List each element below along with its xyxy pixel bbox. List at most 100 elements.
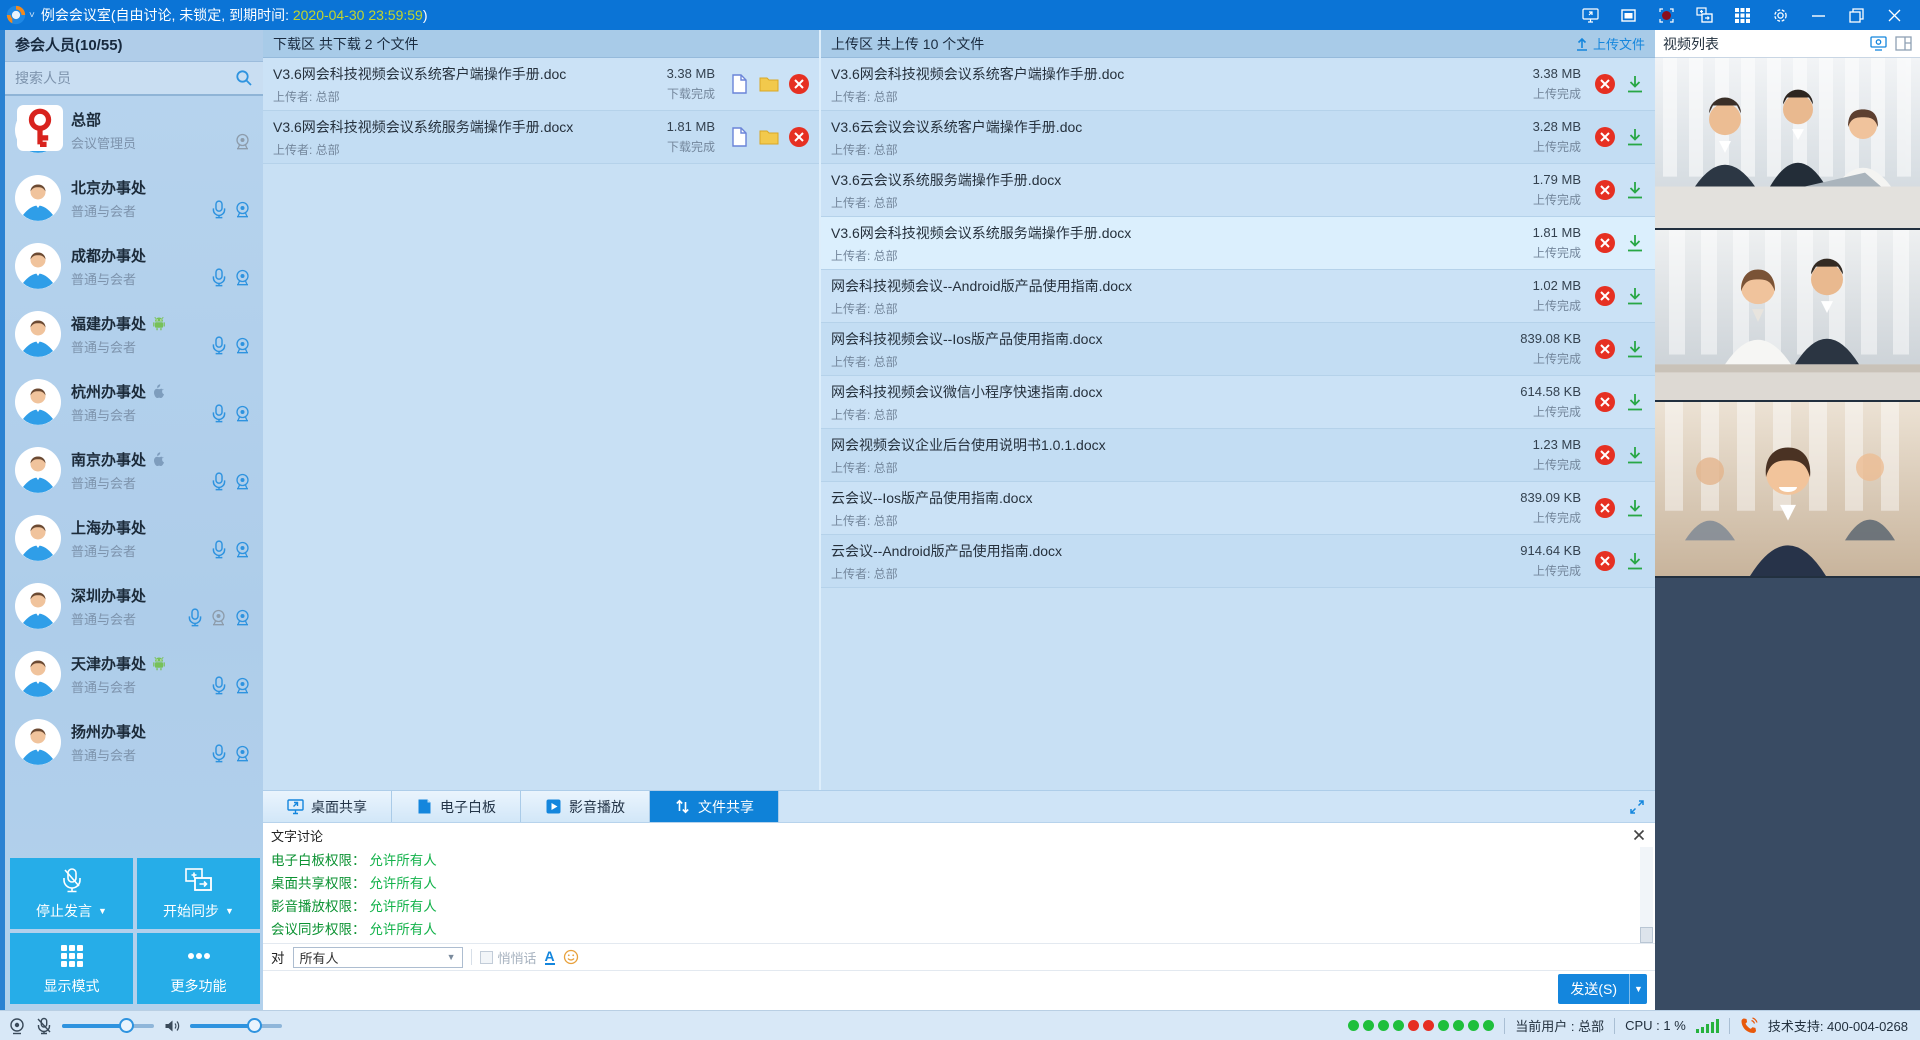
chevron-down-icon[interactable]: ˅ bbox=[29, 10, 35, 21]
restore-button[interactable] bbox=[1844, 2, 1868, 28]
microphone-icon[interactable] bbox=[211, 472, 227, 491]
participant-row[interactable]: 天津办事处 普通与会者 bbox=[5, 640, 263, 708]
chat-scrollbar[interactable] bbox=[1640, 847, 1653, 943]
upload-file-row[interactable]: V3.6云会议系统服务端操作手册.docx 上传者: 总部 1.79 MB 上传… bbox=[821, 164, 1655, 217]
webcam-icon[interactable] bbox=[234, 404, 251, 423]
tab-desktop-share[interactable]: 桌面共享 bbox=[263, 791, 392, 822]
video-layout-icon[interactable] bbox=[1895, 36, 1912, 51]
webcam-icon[interactable] bbox=[234, 200, 251, 219]
webcam-status-icon[interactable] bbox=[8, 1017, 26, 1035]
webcam-icon[interactable] bbox=[234, 608, 251, 627]
participant-row[interactable]: 上海办事处 普通与会者 bbox=[5, 504, 263, 572]
microphone-icon[interactable] bbox=[211, 540, 227, 559]
start-sync-button[interactable]: 开始同步▼ bbox=[137, 858, 260, 929]
webcam-off-icon[interactable] bbox=[234, 132, 251, 151]
download-file-icon[interactable] bbox=[1625, 286, 1645, 306]
download-file-icon[interactable] bbox=[1625, 445, 1645, 465]
delete-file-icon[interactable] bbox=[789, 74, 809, 94]
delete-file-icon[interactable] bbox=[1595, 180, 1615, 200]
send-button[interactable]: 发送(S) ▼ bbox=[1558, 974, 1647, 1004]
delete-file-icon[interactable] bbox=[1595, 339, 1615, 359]
participant-row[interactable]: 北京办事处 普通与会者 bbox=[5, 164, 263, 232]
download-file-icon[interactable] bbox=[1625, 392, 1645, 412]
recipient-select[interactable]: 所有人 ▼ bbox=[293, 947, 463, 968]
download-file-icon[interactable] bbox=[1625, 551, 1645, 571]
microphone-icon[interactable] bbox=[211, 268, 227, 287]
participant-row[interactable]: 南京办事处 普通与会者 bbox=[5, 436, 263, 504]
settings-gear-icon[interactable] bbox=[1768, 2, 1792, 28]
upload-file-row[interactable]: 网会科技视频会议--Android版产品使用指南.docx 上传者: 总部 1.… bbox=[821, 270, 1655, 323]
open-file-icon[interactable] bbox=[729, 74, 749, 94]
whisper-checkbox[interactable] bbox=[480, 951, 493, 964]
stop-speaking-button[interactable]: 停止发言▼ bbox=[10, 858, 133, 929]
upload-file-row[interactable]: V3.6云会议会议系统客户端操作手册.doc 上传者: 总部 3.28 MB 上… bbox=[821, 111, 1655, 164]
participant-row[interactable]: 成都办事处 普通与会者 bbox=[5, 232, 263, 300]
participant-row[interactable]: 杭州办事处 普通与会者 bbox=[5, 368, 263, 436]
layout-grid-icon[interactable] bbox=[1730, 2, 1754, 28]
upload-file-row[interactable]: 云会议--Ios版产品使用指南.docx 上传者: 总部 839.09 KB 上… bbox=[821, 482, 1655, 535]
send-options-arrow[interactable]: ▼ bbox=[1629, 974, 1647, 1004]
participant-row[interactable]: 深圳办事处 普通与会者 bbox=[5, 572, 263, 640]
video-thumbnail-2[interactable] bbox=[1655, 230, 1920, 402]
more-functions-button[interactable]: 更多功能 bbox=[137, 933, 260, 1004]
microphone-icon[interactable] bbox=[211, 336, 227, 355]
delete-file-icon[interactable] bbox=[1595, 498, 1615, 518]
participant-row[interactable]: 总部 会议管理员 bbox=[5, 96, 263, 164]
font-style-icon[interactable]: A bbox=[545, 950, 555, 965]
dropdown-arrow-icon[interactable]: ▼ bbox=[225, 906, 234, 916]
dropdown-arrow-icon[interactable]: ▼ bbox=[98, 906, 107, 916]
microphone-icon[interactable] bbox=[211, 676, 227, 695]
close-button[interactable] bbox=[1882, 2, 1906, 28]
mic-muted-icon[interactable] bbox=[35, 1017, 53, 1035]
webcam-icon[interactable] bbox=[234, 676, 251, 695]
upload-file-row[interactable]: V3.6网会科技视频会议系统服务端操作手册.docx 上传者: 总部 1.81 … bbox=[821, 217, 1655, 270]
delete-file-icon[interactable] bbox=[1595, 233, 1615, 253]
delete-file-icon[interactable] bbox=[1595, 286, 1615, 306]
upload-file-row[interactable]: 云会议--Android版产品使用指南.docx 上传者: 总部 914.64 … bbox=[821, 535, 1655, 588]
delete-file-icon[interactable] bbox=[1595, 392, 1615, 412]
download-file-icon[interactable] bbox=[1625, 74, 1645, 94]
upload-file-row[interactable]: 网会视频会议企业后台使用说明书1.0.1.docx 上传者: 总部 1.23 M… bbox=[821, 429, 1655, 482]
upload-file-row[interactable]: 网会科技视频会议微信小程序快速指南.docx 上传者: 总部 614.58 KB… bbox=[821, 376, 1655, 429]
upload-file-row[interactable]: V3.6网会科技视频会议系统客户端操作手册.doc 上传者: 总部 3.38 M… bbox=[821, 58, 1655, 111]
participant-search-box[interactable] bbox=[5, 62, 263, 96]
scrollbar-grip[interactable] bbox=[1640, 927, 1653, 943]
webcam-icon[interactable] bbox=[234, 744, 251, 763]
sync-screens-icon[interactable] bbox=[1692, 2, 1716, 28]
delete-file-icon[interactable] bbox=[1595, 551, 1615, 571]
delete-file-icon[interactable] bbox=[1595, 127, 1615, 147]
webcam-off-icon[interactable] bbox=[210, 608, 227, 627]
mic-volume-slider[interactable] bbox=[62, 1024, 154, 1028]
download-file-icon[interactable] bbox=[1625, 127, 1645, 147]
minimize-button[interactable] bbox=[1806, 2, 1830, 28]
slider-knob[interactable] bbox=[119, 1018, 134, 1033]
webcam-icon[interactable] bbox=[234, 472, 251, 491]
speaker-volume-slider[interactable] bbox=[190, 1024, 282, 1028]
video-thumbnail-3[interactable] bbox=[1655, 402, 1920, 578]
microphone-icon[interactable] bbox=[211, 744, 227, 763]
whisper-option[interactable]: 悄悄话 bbox=[480, 948, 537, 967]
webcam-icon[interactable] bbox=[234, 336, 251, 355]
search-icon[interactable] bbox=[235, 69, 253, 87]
emoji-icon[interactable] bbox=[563, 949, 579, 965]
delete-file-icon[interactable] bbox=[1595, 445, 1615, 465]
participant-row[interactable]: 福建办事处 普通与会者 bbox=[5, 300, 263, 368]
video-source-icon[interactable] bbox=[1870, 36, 1887, 51]
delete-file-icon[interactable] bbox=[789, 127, 809, 147]
video-thumbnail-1[interactable] bbox=[1655, 58, 1920, 230]
microphone-icon[interactable] bbox=[211, 200, 227, 219]
screen-share-icon[interactable] bbox=[1578, 2, 1602, 28]
tab-whiteboard[interactable]: 电子白板 bbox=[392, 791, 521, 822]
open-folder-icon[interactable] bbox=[759, 127, 779, 147]
tab-media-play[interactable]: 影音播放 bbox=[521, 791, 650, 822]
microphone-icon[interactable] bbox=[187, 608, 203, 627]
download-file-icon[interactable] bbox=[1625, 233, 1645, 253]
chat-input-area[interactable]: 发送(S) ▼ bbox=[263, 971, 1655, 1009]
open-folder-icon[interactable] bbox=[759, 74, 779, 94]
upload-file-row[interactable]: 网会科技视频会议--Ios版产品使用指南.docx 上传者: 总部 839.08… bbox=[821, 323, 1655, 376]
upload-file-button[interactable]: 上传文件 bbox=[1575, 34, 1645, 53]
record-icon[interactable] bbox=[1654, 2, 1678, 28]
expand-panel-icon[interactable] bbox=[1629, 791, 1655, 822]
download-file-icon[interactable] bbox=[1625, 339, 1645, 359]
download-file-icon[interactable] bbox=[1625, 498, 1645, 518]
